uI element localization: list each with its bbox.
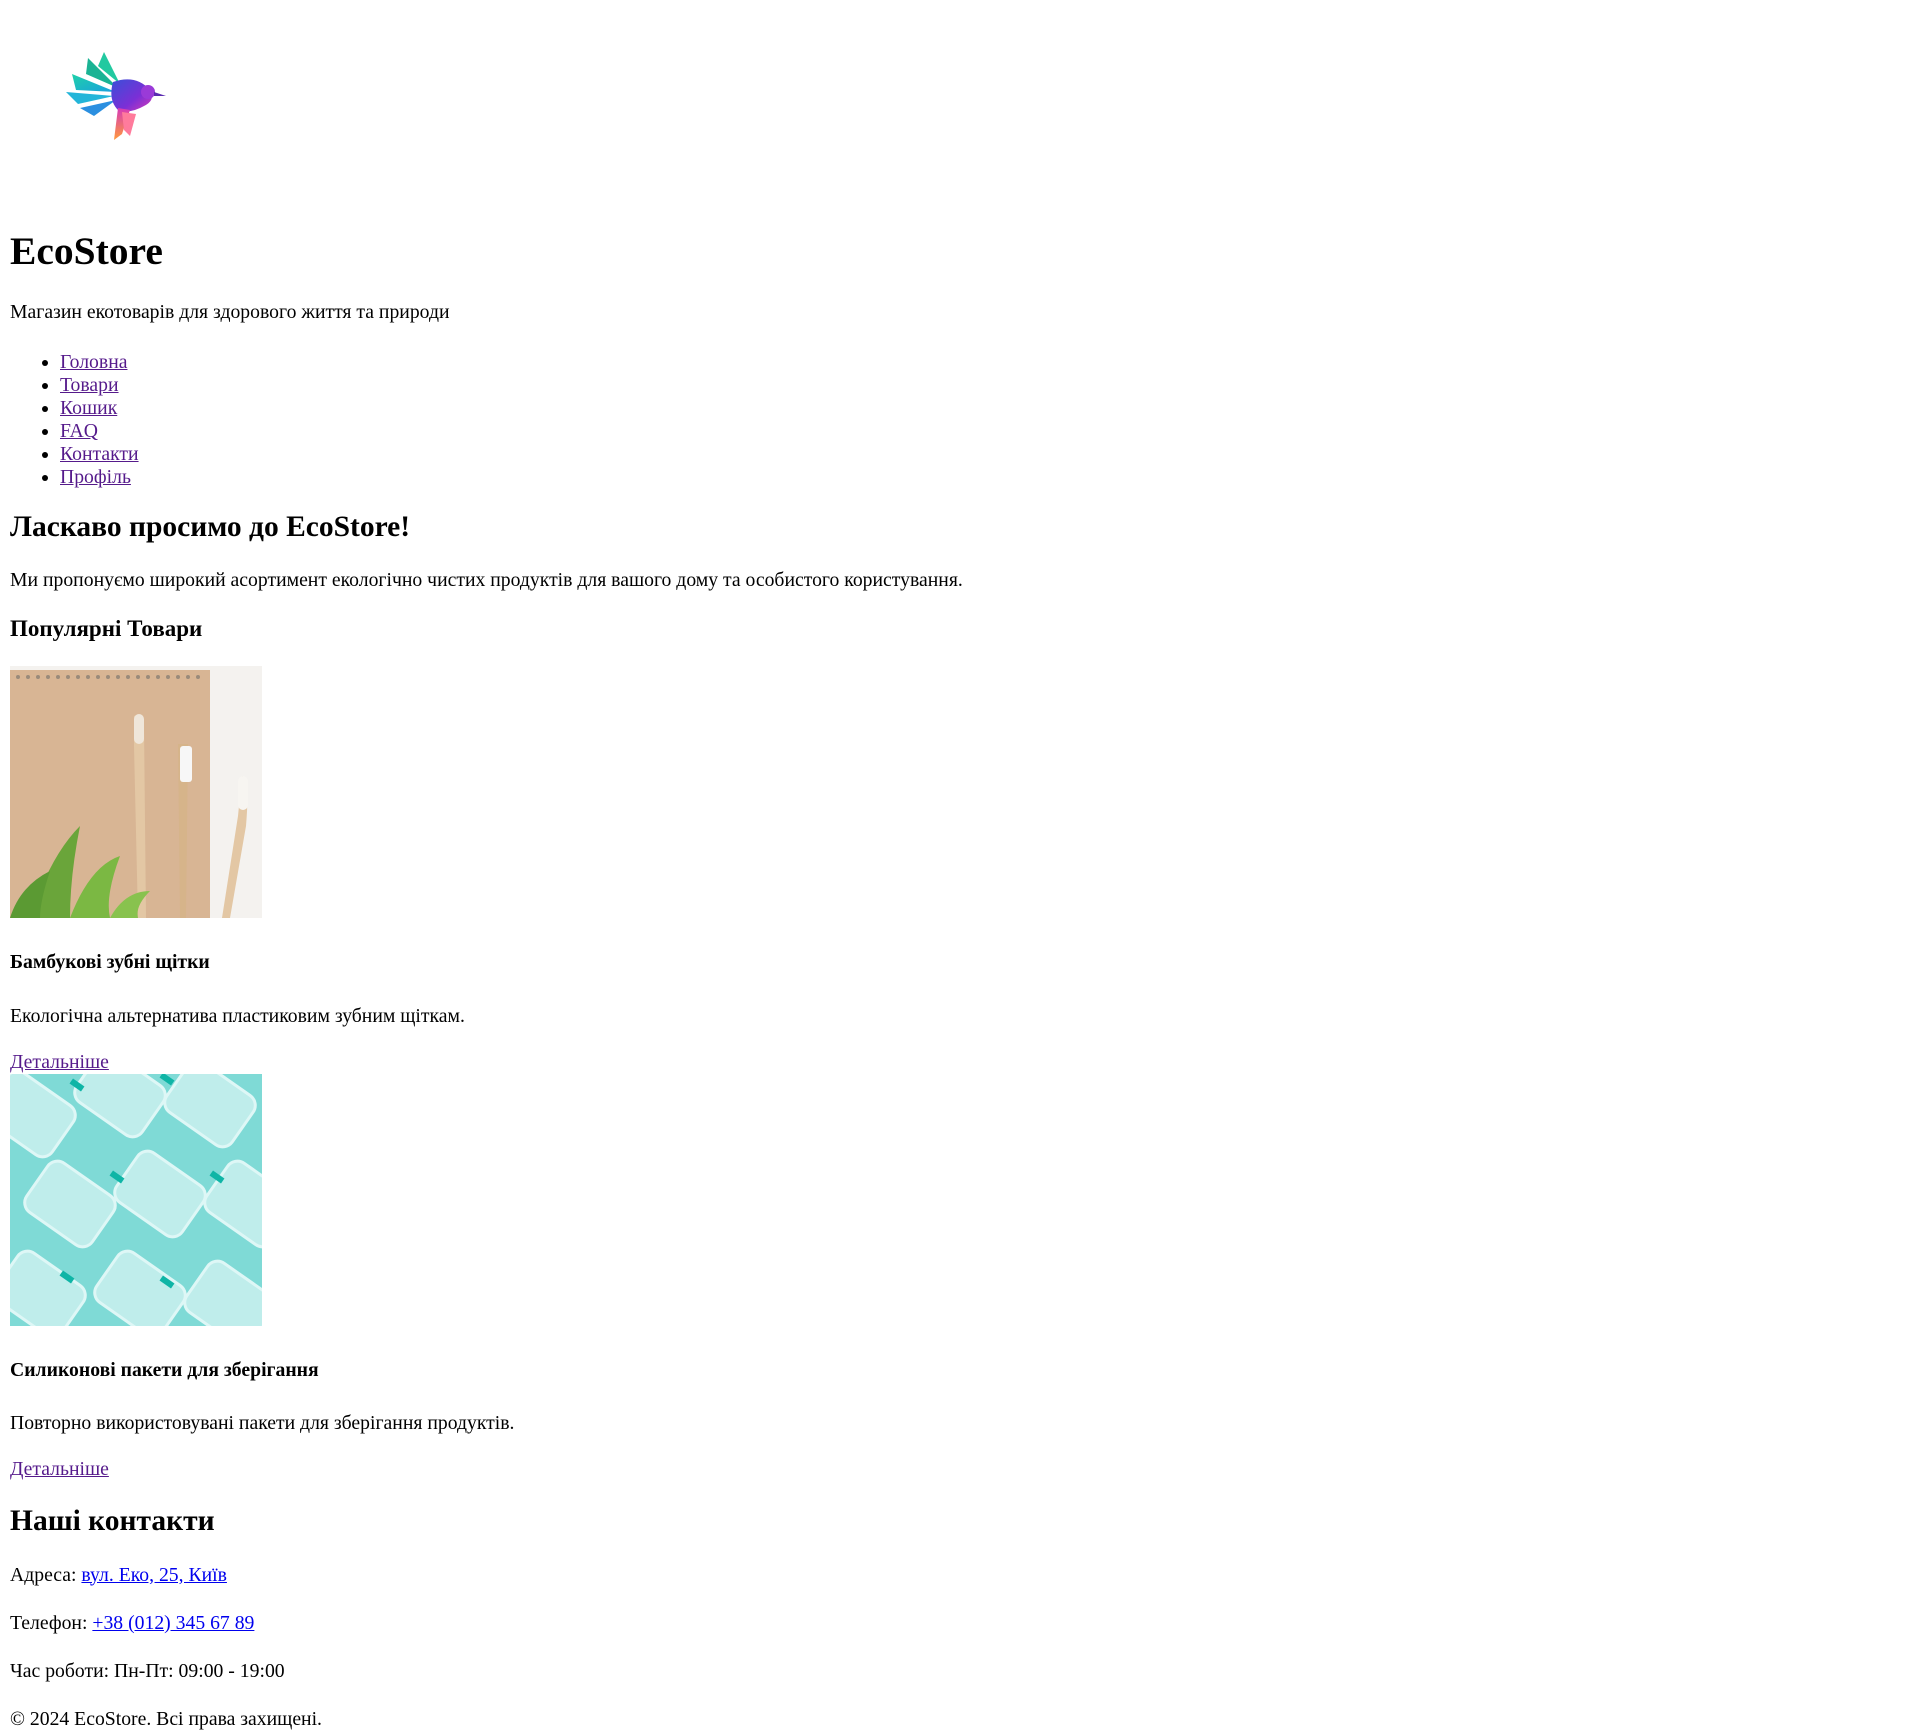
product-name: Силиконові пакети для зберігання [10, 1358, 319, 1381]
product-details-link[interactable]: Детальніше [10, 1458, 109, 1481]
copyright-text: © 2024 EcoStore. Всі права захищені. [10, 1708, 322, 1731]
product-description: Екологічна альтернатива пластиковим зубн… [10, 1004, 465, 1027]
bamboo-toothbrushes-image[interactable] [10, 666, 262, 919]
page: EcoStore Магазин екотоварів для здоровог… [0, 0, 1920, 1732]
nav-item-profile: Профіль [60, 466, 1910, 489]
silicone-containers-image[interactable] [10, 1073, 262, 1326]
welcome-title: Ласкаво просимо до EcoStore! [10, 510, 411, 543]
product-card: Бамбукові зубні щітки Екологічна альтерн… [10, 666, 1910, 1074]
logo-container [10, 0, 1910, 180]
product-name: Бамбукові зубні щітки [10, 951, 210, 974]
nav-item-faq: FAQ [60, 420, 1910, 443]
nav-link-profile[interactable]: Профіль [60, 466, 131, 488]
welcome-text: Ми пропонуємо широкий асортимент екологі… [10, 568, 963, 591]
popular-products-title: Популярні Товари [10, 615, 203, 641]
phone-label: Телефон: [10, 1611, 93, 1634]
product-card: Силиконові пакети для зберігання Повторн… [10, 1073, 1910, 1482]
product-details-link[interactable]: Детальніше [10, 1051, 109, 1074]
phone-line: Телефон: +38 (012) 345 67 89 [10, 1612, 1910, 1635]
address-link[interactable]: вул. Еко, 25, Київ [81, 1564, 227, 1586]
nav-item-home: Головна [60, 351, 1910, 374]
site-title: EcoStore [10, 229, 163, 273]
address-line: Адреса: вул. Еко, 25, Київ [10, 1564, 1910, 1587]
phone-link[interactable]: +38 (012) 345 67 89 [92, 1612, 254, 1634]
site-header: EcoStore Магазин екотоварів для здоровог… [10, 0, 1910, 489]
nav-item-cart: Кошик [60, 397, 1910, 420]
site-tagline: Магазин екотоварів для здорового життя т… [10, 301, 450, 324]
main-content: Ласкаво просимо до EcoStore! Ми пропонує… [10, 511, 1910, 1482]
product-description: Повторно використовувані пакети для збер… [10, 1412, 515, 1435]
nav-link-contacts[interactable]: Контакти [60, 443, 139, 465]
nav-item-products: Товари [60, 374, 1910, 397]
working-hours: Час роботи: Пн-Пт: 09:00 - 19:00 [10, 1660, 285, 1683]
main-nav: Головна Товари Кошик FAQ Контакти Профіл… [10, 351, 1910, 489]
nav-item-contacts: Контакти [60, 443, 1910, 466]
site-footer: © 2024 EcoStore. Всі права захищені. [10, 1708, 1910, 1731]
contacts-section: Наші контакти Адреса: вул. Еко, 25, Київ… [10, 1505, 1910, 1684]
contacts-title: Наші контакти [10, 1504, 215, 1537]
nav-link-home[interactable]: Головна [60, 351, 127, 373]
nav-link-faq[interactable]: FAQ [60, 420, 98, 442]
nav-link-products[interactable]: Товари [60, 374, 119, 396]
hummingbird-logo-icon[interactable] [58, 44, 170, 156]
nav-link-cart[interactable]: Кошик [60, 397, 117, 419]
address-label: Адреса: [10, 1563, 82, 1586]
